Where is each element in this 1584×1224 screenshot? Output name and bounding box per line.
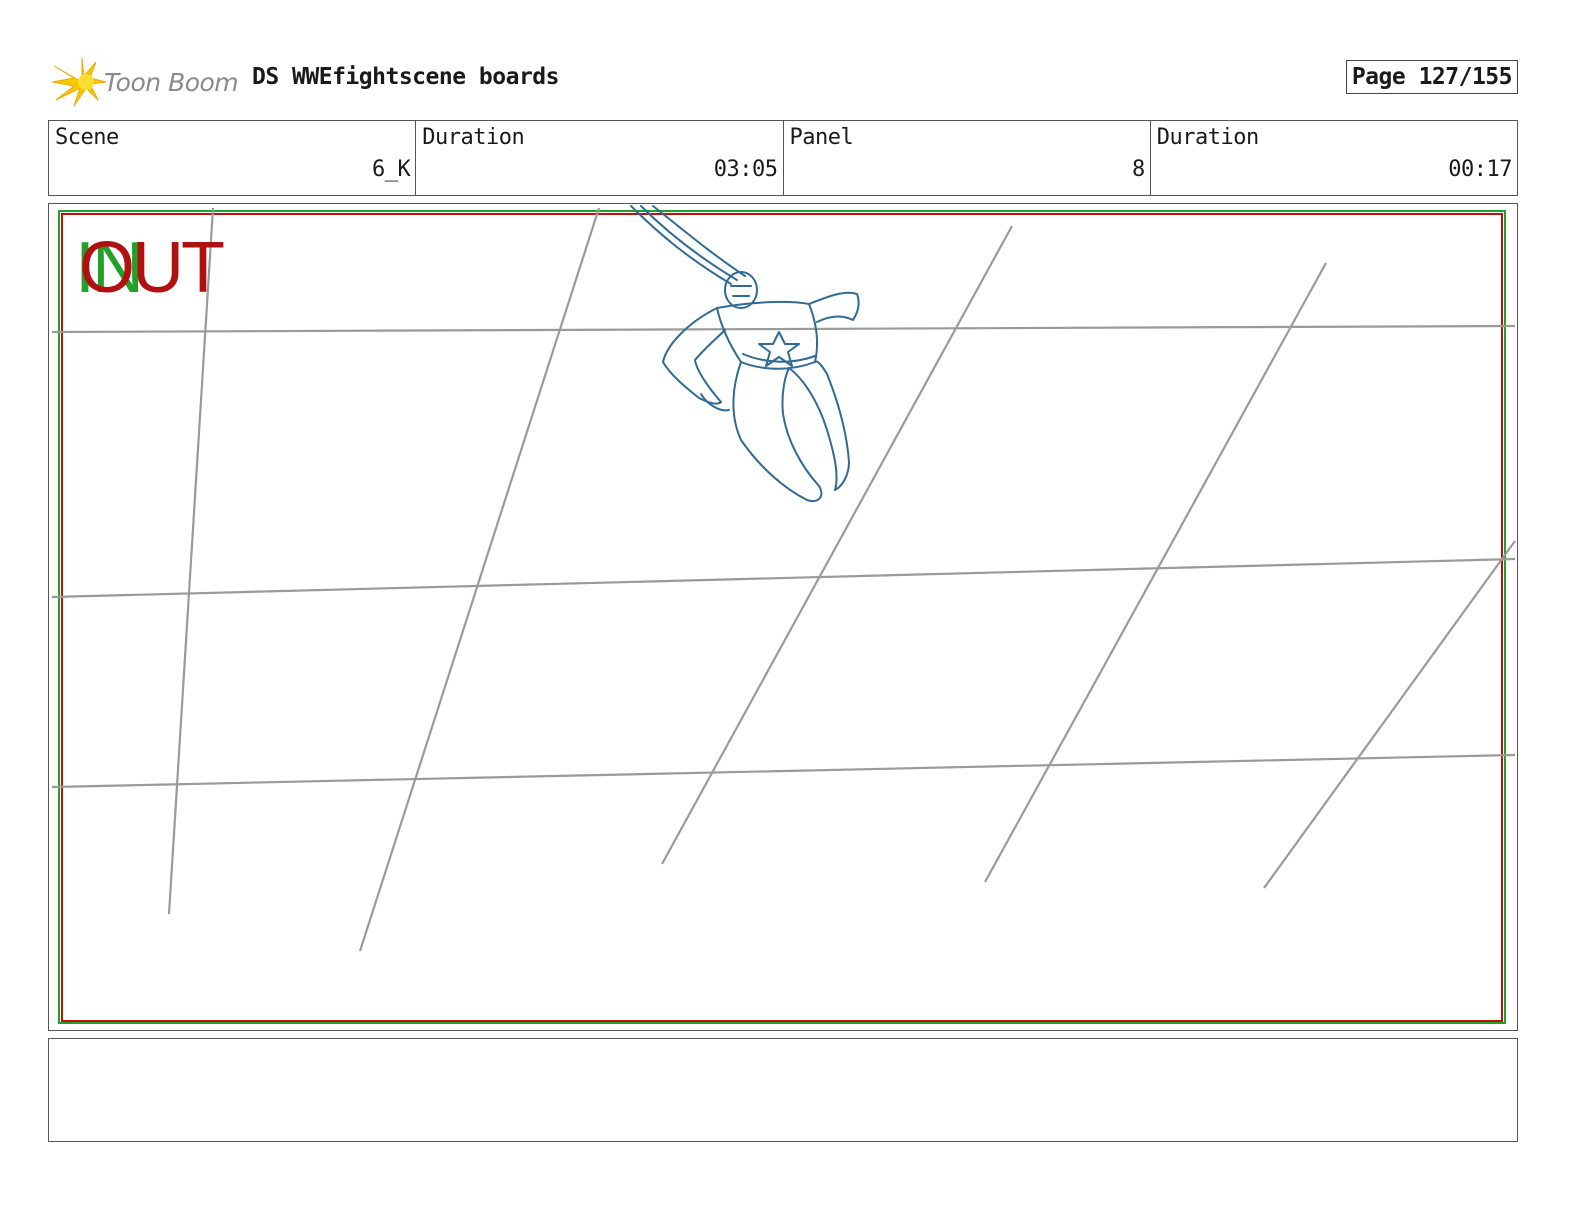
wrestler-sketch bbox=[630, 205, 860, 502]
right-leg bbox=[788, 360, 850, 491]
grid-line bbox=[358, 207, 601, 952]
out-marker: OUT bbox=[79, 228, 225, 308]
left-arm bbox=[662, 307, 726, 405]
starburst-icon bbox=[51, 57, 107, 107]
grid-line bbox=[51, 324, 1516, 334]
page-header: Toon Boom DS WWEfightscene boards Page 1… bbox=[51, 52, 1520, 108]
grid-line bbox=[1263, 540, 1516, 889]
panel-duration-value: 00:17 bbox=[1448, 157, 1512, 182]
hair-strand bbox=[640, 205, 738, 281]
panel-value: 8 bbox=[1132, 157, 1145, 182]
toon-boom-logo-icon: Toon Boom bbox=[51, 56, 242, 108]
panel-cell: Panel 8 bbox=[784, 121, 1151, 195]
hand-detail bbox=[700, 393, 730, 412]
grid-line bbox=[51, 557, 1516, 599]
document-title: DS WWEfightscene boards bbox=[252, 64, 560, 90]
right-arm bbox=[808, 291, 860, 323]
logo-text: Toon Boom bbox=[104, 68, 239, 97]
perspective-grid bbox=[51, 207, 1516, 952]
scene-cell: Scene 6_K bbox=[49, 121, 417, 195]
scene-value: 6_K bbox=[372, 157, 411, 182]
panel-duration-cell: Duration 00:17 bbox=[1151, 121, 1517, 195]
dialogue-notes-box[interactable] bbox=[48, 1038, 1518, 1142]
grid-line bbox=[51, 753, 1516, 789]
scene-info-table: Scene 6_K Duration 03:05 Panel 8 Duratio… bbox=[48, 120, 1518, 196]
scene-duration-label: Duration bbox=[422, 125, 525, 150]
panel-label: Panel bbox=[789, 125, 854, 150]
scene-duration-cell: Duration 03:05 bbox=[416, 121, 784, 195]
left-leg bbox=[732, 361, 823, 502]
scene-label: Scene bbox=[55, 125, 119, 150]
page-number: Page 127/155 bbox=[1345, 60, 1518, 94]
storyboard-panel: IN OUT bbox=[48, 203, 1518, 1031]
hair-strand bbox=[652, 205, 746, 277]
hair-strand bbox=[630, 205, 732, 285]
scene-duration-value: 03:05 bbox=[713, 157, 778, 182]
grid-line bbox=[661, 225, 1013, 865]
panel-drawing bbox=[51, 205, 1516, 1024]
grid-line bbox=[167, 207, 215, 915]
face-detail bbox=[730, 285, 752, 297]
panel-duration-label: Duration bbox=[1156, 125, 1259, 150]
